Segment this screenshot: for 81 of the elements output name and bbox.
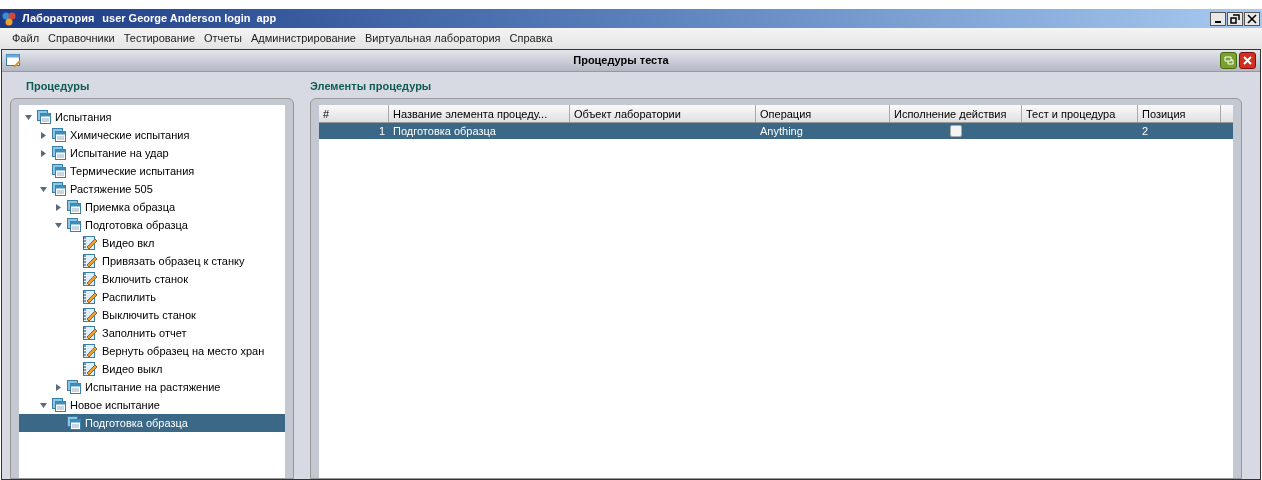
table-row[interactable]: 1 Подготовка образца Anything 2 — [319, 123, 1233, 139]
notepad-pencil-icon — [82, 343, 98, 359]
collapsed-arrow-icon[interactable] — [39, 149, 47, 157]
folder-stack-icon — [67, 380, 81, 394]
tree-item[interactable]: Испытания — [19, 108, 285, 126]
menu-item[interactable]: Справка — [509, 30, 553, 47]
column-header[interactable]: Тест и процедура — [1022, 105, 1138, 122]
menu-item[interactable]: Файл — [12, 30, 40, 47]
tree-item[interactable]: Испытание на растяжение — [19, 378, 285, 396]
expanded-arrow-icon[interactable] — [39, 401, 47, 409]
column-header[interactable]: Объект лаборатории — [570, 105, 756, 122]
menu-item[interactable]: Отчеты — [204, 30, 243, 47]
folder-stack-icon — [52, 164, 66, 178]
table-cell-text: Подготовка образца — [392, 123, 497, 139]
notepad-pencil-icon — [82, 253, 98, 269]
notepad-pencil-icon — [82, 235, 98, 251]
tree-item[interactable]: Заполнить отчет — [19, 324, 285, 342]
tree-item[interactable]: Вернуть образец на место хран — [19, 342, 285, 360]
close-frame-button[interactable] — [1239, 52, 1256, 69]
collapsed-arrow-icon[interactable] — [39, 131, 47, 139]
window-title: Лаборатория — [22, 11, 95, 27]
column-header[interactable]: Операция — [756, 105, 890, 122]
tree-item[interactable]: Химические испытания — [19, 126, 285, 144]
notepad-pencil-icon — [82, 361, 98, 377]
tree-item[interactable]: Видео вкл — [19, 234, 285, 252]
menu-item[interactable]: Администрирование — [251, 30, 356, 47]
column-header[interactable]: Название элемента процеду... — [389, 105, 570, 122]
notepad-pencil-icon — [82, 307, 98, 323]
expanded-arrow-icon[interactable] — [54, 221, 62, 229]
panel-title: Процедуры — [26, 79, 91, 94]
tree-item[interactable]: Подготовка образца — [19, 216, 285, 234]
tree-item[interactable]: Подготовка образца — [19, 414, 285, 432]
minimize-button[interactable] — [1210, 11, 1226, 26]
tree-item[interactable]: Выключить станок — [19, 306, 285, 324]
folder-stack-icon — [52, 182, 66, 196]
notepad-pencil-icon — [82, 271, 98, 287]
checkbox[interactable] — [950, 125, 962, 137]
restore-button[interactable] — [1227, 11, 1243, 26]
tree-item[interactable]: Распилить — [19, 288, 285, 306]
close-icon — [1243, 56, 1252, 65]
panel-title: Элементы процедуры — [310, 79, 433, 94]
folder-stack-icon — [37, 110, 51, 124]
tree-item[interactable]: Видео выкл — [19, 360, 285, 378]
close-button[interactable] — [1244, 11, 1260, 26]
notepad-pencil-icon — [82, 325, 98, 341]
folder-stack-icon — [52, 146, 66, 160]
menu-item[interactable]: Тестирование — [123, 30, 195, 47]
window-user: user George Anderson login app — [102, 11, 277, 27]
column-header[interactable]: Исполнение действия — [890, 105, 1022, 122]
tree-item[interactable]: Растяжение 505 — [19, 180, 285, 198]
close-icon — [1247, 13, 1257, 24]
folder-stack-icon — [67, 416, 81, 430]
restore-frame-button[interactable] — [1220, 52, 1237, 69]
expanded-arrow-icon[interactable] — [39, 185, 47, 193]
notepad-pencil-icon — [82, 289, 98, 305]
column-header[interactable]: # — [319, 105, 389, 122]
tree-item[interactable]: Привязать образец к станку — [19, 252, 285, 270]
folder-stack-icon — [67, 200, 81, 214]
frame-title: Процедуры теста — [572, 53, 670, 69]
form-edit-icon — [6, 53, 22, 68]
restore-icon — [1230, 13, 1240, 24]
tree-item[interactable]: Новое испытание — [19, 396, 285, 414]
tree-item[interactable]: Термические испытания — [19, 162, 285, 180]
menu-item[interactable]: Справочники — [48, 30, 115, 47]
app-logo-icon — [2, 11, 18, 26]
table-cell-text: Anything — [759, 123, 804, 139]
collapsed-arrow-icon[interactable] — [54, 383, 62, 391]
table-cell-text: 2 — [1141, 123, 1150, 139]
folder-stack-icon — [67, 218, 81, 232]
table-cell-text: 1 — [377, 123, 386, 139]
tree-item[interactable]: Испытание на удар — [19, 144, 285, 162]
folder-stack-icon — [52, 398, 66, 412]
tree-item[interactable]: Включить станок — [19, 270, 285, 288]
tree-item[interactable]: Приемка образца — [19, 198, 285, 216]
column-header[interactable]: Позиция — [1138, 105, 1221, 122]
menu-item[interactable]: Виртуальная лаборатория — [364, 30, 501, 47]
collapsed-arrow-icon[interactable] — [54, 203, 62, 211]
expanded-arrow-icon[interactable] — [24, 113, 32, 121]
minimize-icon — [1215, 20, 1221, 23]
restore-icon — [1223, 56, 1234, 65]
folder-stack-icon — [52, 128, 66, 142]
